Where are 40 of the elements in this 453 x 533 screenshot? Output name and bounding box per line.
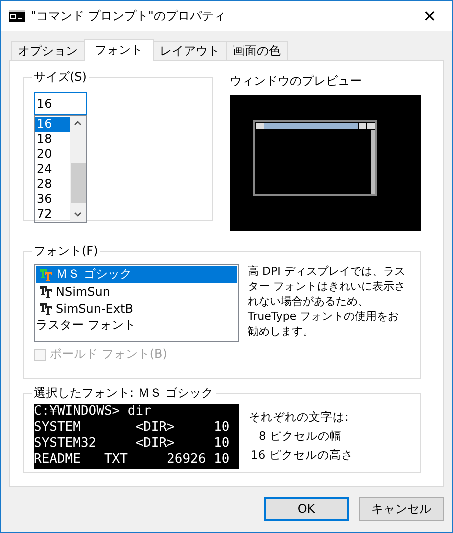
sample-line: SYSTEM <DIR> 10 bbox=[34, 420, 231, 436]
scroll-up-icon[interactable] bbox=[74, 121, 82, 126]
size-item[interactable]: 24 bbox=[35, 162, 70, 177]
truetype-icon bbox=[40, 268, 53, 280]
scroll-thumb[interactable] bbox=[70, 163, 86, 203]
preview-label: ウィンドウのプレビュー bbox=[230, 73, 363, 90]
close-button[interactable]: ✕ bbox=[408, 1, 452, 31]
scrollbar[interactable] bbox=[70, 116, 86, 222]
font-item[interactable]: SimSun-ExtB bbox=[36, 300, 237, 317]
font-item[interactable]: NSimSun bbox=[36, 283, 237, 300]
font-item[interactable]: ＭＳ ゴシック bbox=[36, 266, 237, 283]
sample-line: README TXT 26926 10 bbox=[34, 452, 231, 468]
size-item[interactable]: 36 bbox=[35, 192, 70, 207]
truetype-icon bbox=[40, 286, 53, 298]
size-field[interactable]: 16 bbox=[34, 92, 87, 115]
window-title: "コマンド プロンプト"のプロパティ bbox=[31, 8, 227, 24]
scroll-down-icon[interactable] bbox=[74, 212, 82, 217]
size-item[interactable]: 72 bbox=[35, 207, 70, 222]
truetype-icon bbox=[40, 302, 53, 314]
sample-line: SYSTEM32 <DIR> 10 bbox=[34, 436, 231, 452]
size-item[interactable]: 18 bbox=[35, 132, 70, 147]
font-item[interactable]: ラスター フォント bbox=[36, 317, 237, 334]
font-note: 高 DPI ディスプレイでは、ラスター フォントはきれいに表示されない場合があるため、TrueType フォントの使用をお勧めします。 bbox=[248, 264, 406, 340]
console-icon bbox=[9, 10, 25, 22]
group-label: 選択したフォント: ＭＳ ゴシック bbox=[33, 385, 215, 402]
dialog-button[interactable]: OK bbox=[264, 497, 349, 521]
dialog-button[interactable]: キャンセル bbox=[359, 497, 444, 521]
tab[interactable]: オプション bbox=[11, 41, 85, 60]
char-size-text: 16 ピクセルの高さ bbox=[250, 448, 354, 463]
size-item[interactable]: 16 bbox=[35, 117, 70, 132]
tab[interactable]: 画面の色 bbox=[226, 41, 288, 60]
char-size-text: それぞれの文字は: bbox=[249, 410, 350, 425]
sample-line: C:¥WINDOWS> dir bbox=[34, 404, 152, 420]
tab[interactable]: レイアウト bbox=[153, 41, 227, 60]
group-label: サイズ(S) bbox=[33, 69, 88, 86]
size-item[interactable]: 28 bbox=[35, 177, 70, 192]
tab[interactable]: フォント bbox=[84, 39, 154, 61]
char-size-text: 8 ピクセルの幅 bbox=[258, 429, 343, 444]
group-label: フォント(F) bbox=[33, 243, 100, 260]
size-item[interactable]: 20 bbox=[35, 147, 70, 162]
